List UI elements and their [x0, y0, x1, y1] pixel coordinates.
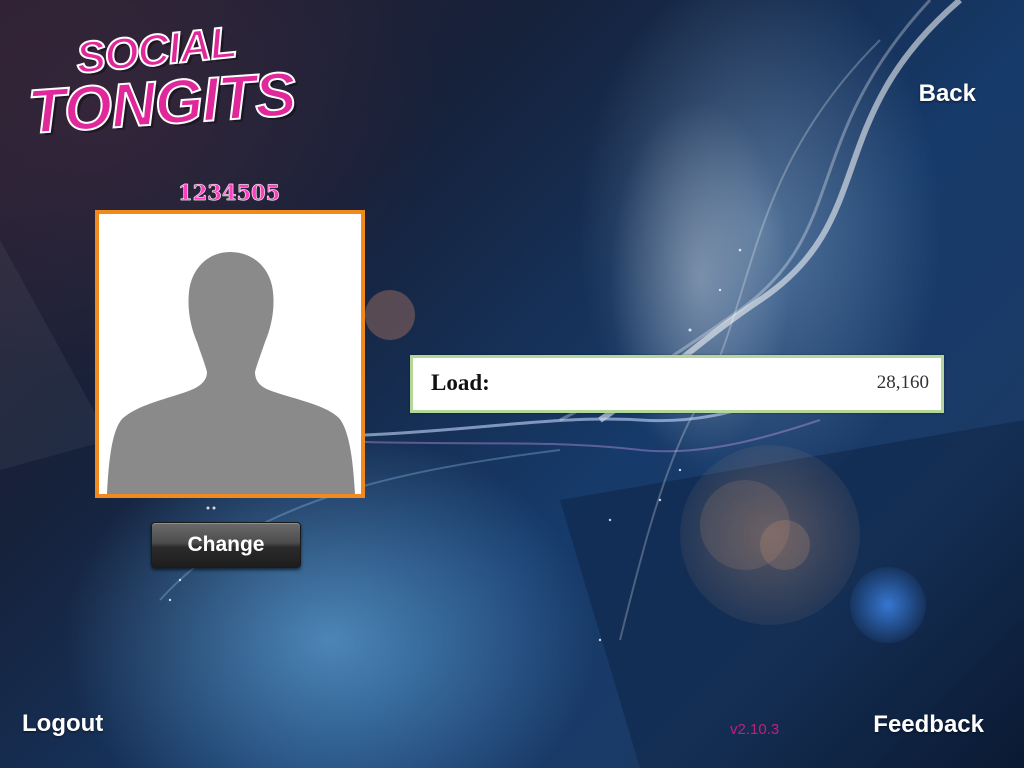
logout-button[interactable]: Logout [22, 710, 103, 738]
feedback-button[interactable]: Feedback [873, 711, 984, 739]
user-id-label: 1234505 [178, 180, 281, 206]
social-tongits-logo: SOCIAL TONGITS [24, 17, 299, 148]
user-silhouette-icon [107, 252, 355, 494]
load-balance-box: Load: 28,160 [410, 355, 944, 413]
load-label: Load: [431, 370, 490, 395]
load-value: 28,160 [876, 372, 929, 393]
avatar [95, 210, 365, 498]
version-label: v2.10.3 [730, 721, 780, 738]
back-button[interactable]: Back [919, 80, 976, 108]
change-avatar-button[interactable]: Change [151, 522, 301, 568]
logo-line-tongits: TONGITS [25, 59, 299, 148]
